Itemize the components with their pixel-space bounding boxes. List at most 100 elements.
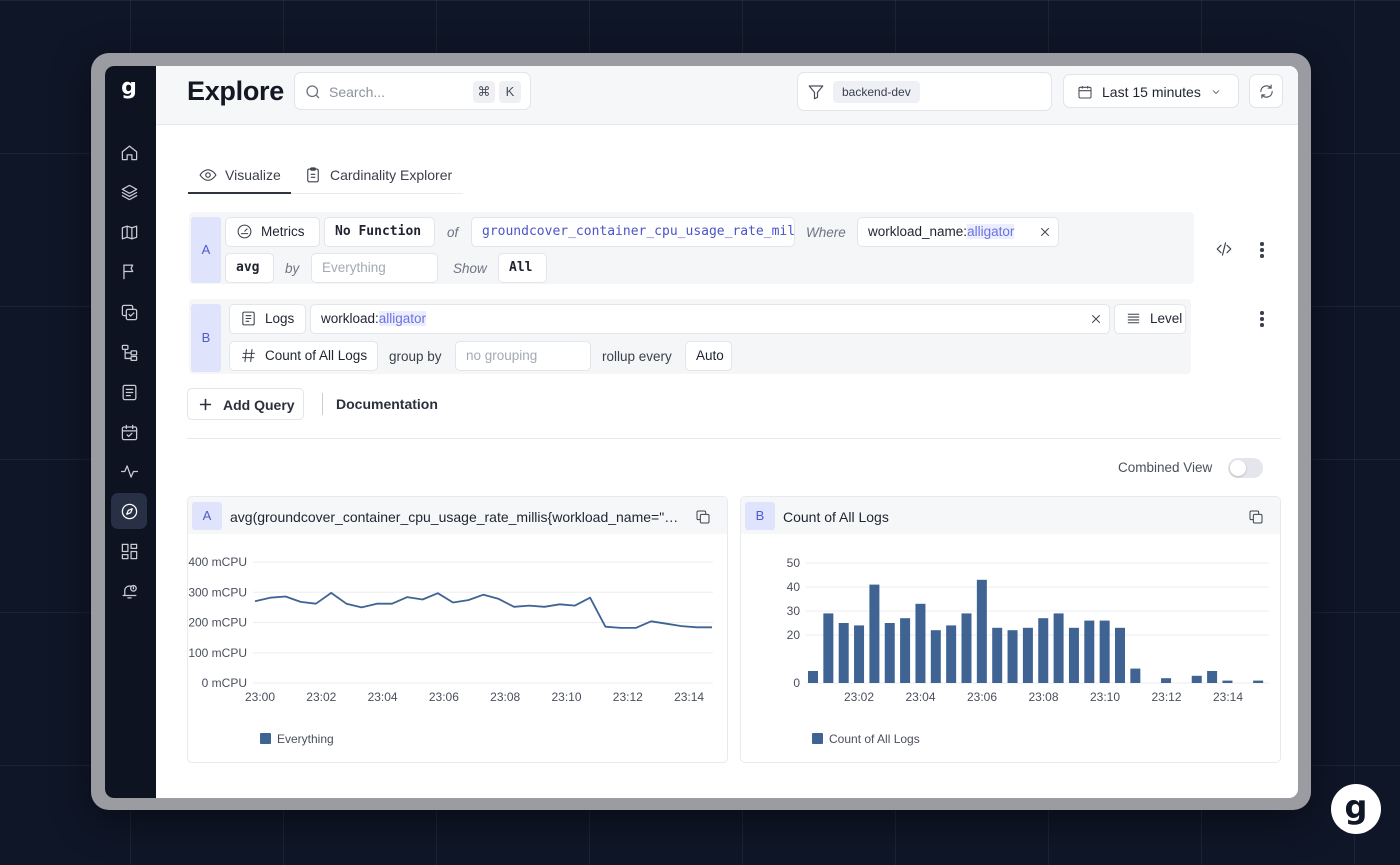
section-divider: [187, 438, 1281, 439]
sidebar-item-home[interactable]: [111, 134, 147, 170]
sidebar-item-traces[interactable]: [111, 334, 147, 370]
time-range-picker[interactable]: Last 15 minutes: [1063, 74, 1239, 108]
copy-check-icon: [121, 304, 137, 320]
copy-icon: [1249, 510, 1263, 524]
query-b-aggregation-select[interactable]: Count of All Logs: [229, 341, 378, 371]
environment-filter[interactable]: backend-dev: [797, 72, 1052, 111]
chart-b-bar: [1161, 678, 1172, 683]
chart-a-x-tick-label: 23:10: [551, 690, 581, 704]
query-a-source-select[interactable]: Metrics: [225, 217, 320, 247]
chart-b-bar: [976, 579, 987, 683]
calendar-check-icon: [121, 424, 137, 440]
chart-a-x-tick-label: 23:08: [490, 690, 520, 704]
chart-b-bar: [1053, 613, 1064, 683]
query-a-source-label: Metrics: [261, 224, 305, 239]
chart-panel-b-copy-button[interactable]: [1248, 509, 1264, 525]
refresh-button[interactable]: [1249, 74, 1283, 108]
query-b-level-label: Level: [1150, 311, 1183, 326]
chart-b-bar: [884, 623, 895, 683]
query-b-clear-filter-button[interactable]: [1089, 312, 1103, 326]
sidebar-item-map[interactable]: [111, 214, 147, 250]
chart-a-x-tick-label: 23:06: [429, 690, 459, 704]
query-a-filter-value: alligator: [967, 224, 1015, 239]
sidebar-item-logs[interactable]: [111, 374, 147, 410]
chart-a-x-tick-label: 23:14: [674, 690, 704, 704]
combined-view-toggle[interactable]: [1228, 458, 1263, 478]
chart-b-bar: [1253, 680, 1264, 683]
query-b-filter-input[interactable]: workload:alligator: [310, 304, 1110, 334]
chart-panel-a-letter: A: [192, 502, 222, 530]
chart-b-plot: 50 40 30 20 0 23:02 23:04 23:06 23:08 23:10 23:12 2…: [787, 556, 1269, 704]
toggle-knob: [1230, 460, 1246, 476]
sidebar-item-dashboards[interactable]: [111, 533, 147, 569]
chart-b-bar: [900, 618, 911, 683]
chart-panel-a-copy-button[interactable]: [695, 509, 711, 525]
query-b-filter-key: workload:: [321, 311, 379, 326]
chart-b-legend[interactable]: Count of All Logs: [812, 732, 920, 746]
query-a-code-view-button[interactable]: [1212, 237, 1236, 261]
query-a-metric-select[interactable]: groundcover_container_cpu_usage_rate_mil…: [471, 217, 795, 247]
chart-b-bar: [838, 623, 849, 683]
tab-cardinality-explorer[interactable]: Cardinality Explorer: [304, 165, 464, 193]
time-range-label: Last 15 minutes: [1102, 84, 1201, 100]
chart-a-plot: 400 mCPU300 mCPU200 mCPU100 mCPU0 mCPU23…: [188, 555, 713, 704]
sidebar-item-monitors[interactable]: [111, 453, 147, 489]
bell-alert-icon: [122, 584, 137, 598]
documentation-link[interactable]: Documentation: [336, 396, 438, 412]
sidebar-item-layers[interactable]: [111, 174, 147, 210]
chart-b-x-tick-label: 23:06: [967, 690, 997, 704]
chart-b-legend-swatch: [812, 733, 823, 744]
query-a-more-menu-button[interactable]: [1259, 242, 1265, 258]
chart-a-y-tick-label: 300 mCPU: [188, 585, 247, 599]
chart-a-y-tick-label: 100 mCPU: [188, 646, 247, 660]
environment-chip[interactable]: backend-dev: [833, 81, 920, 103]
sidebar-item-explore[interactable]: [111, 493, 147, 529]
document-icon: [122, 384, 136, 400]
query-b-filter-value: alligator: [378, 311, 427, 326]
query-a-where-label: Where: [806, 225, 846, 240]
query-a-group-by-input[interactable]: Everything: [311, 253, 438, 283]
chart-b-bar: [915, 603, 926, 683]
query-a-clear-filter-button[interactable]: [1038, 225, 1052, 239]
chart-a-legend[interactable]: Everything: [260, 732, 334, 746]
query-a-show-select[interactable]: All: [498, 253, 547, 283]
chart-b-y-tick-label: 0: [793, 676, 800, 690]
search-box[interactable]: ⌘ K: [294, 72, 531, 110]
layers-icon: [121, 184, 137, 200]
app-logo[interactable]: g: [114, 74, 144, 104]
home-icon: [121, 145, 137, 160]
compass-icon: [121, 503, 137, 519]
chart-a-x-tick-label: 23:00: [245, 690, 275, 704]
gauge-icon: [237, 224, 252, 239]
chart-a-legend-label: Everything: [277, 732, 334, 746]
query-b-rollup-select[interactable]: Auto: [685, 341, 732, 371]
shortcut-cmd-key: ⌘: [473, 81, 495, 103]
chart-b-bar: [854, 625, 865, 683]
tab-visualize-label: Visualize: [225, 167, 281, 183]
add-query-button[interactable]: Add Query: [187, 388, 304, 420]
copy-icon: [696, 510, 710, 524]
sidebar-item-checks[interactable]: [111, 294, 147, 330]
query-a-letter[interactable]: A: [191, 217, 221, 283]
query-a-where-filter[interactable]: workload_name:alligator: [857, 217, 1059, 247]
query-a-aggregation-select[interactable]: avg: [225, 253, 274, 283]
eye-icon: [199, 169, 217, 181]
chart-b-y-tick-label: 20: [787, 628, 801, 642]
search-input[interactable]: [329, 82, 469, 102]
query-b-level-button[interactable]: Level: [1114, 304, 1186, 334]
document-icon: [242, 311, 255, 326]
tab-visualize[interactable]: Visualize: [199, 165, 289, 193]
sidebar-item-alerts[interactable]: [111, 573, 147, 609]
query-b-source-select[interactable]: Logs: [229, 304, 306, 334]
brand-badge: g: [1331, 784, 1381, 834]
sidebar-item-events[interactable]: [111, 414, 147, 450]
query-a-function-select[interactable]: No Function: [324, 217, 435, 247]
query-b-group-by-input[interactable]: no grouping: [455, 341, 591, 371]
query-a-metric-name: groundcover_container_cpu_usage_rate_mil…: [482, 224, 795, 239]
chart-a-y-tick-label: 0 mCPU: [202, 676, 247, 690]
sidebar-item-flag[interactable]: [111, 253, 147, 289]
query-b-letter[interactable]: B: [191, 304, 221, 372]
chart-b-bar: [1222, 680, 1233, 683]
query-b-more-menu-button[interactable]: [1259, 311, 1265, 327]
shortcut-k-key: K: [499, 81, 521, 103]
